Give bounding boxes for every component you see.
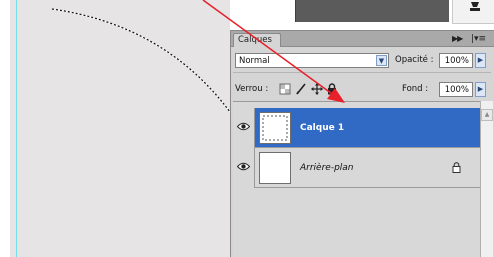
divider <box>233 72 491 73</box>
layers-list: Calque 1 Arrière-plan <box>233 101 480 257</box>
layer-thumbnail <box>259 152 291 184</box>
scroll-up-button[interactable]: ▲ <box>481 109 493 121</box>
tab-calques[interactable]: Calques <box>233 33 281 47</box>
double-arrow-right-icon[interactable]: ▶▶ <box>452 34 463 44</box>
padlock-icon[interactable] <box>326 83 338 95</box>
layer-thumbnail-selection-icon <box>262 115 288 141</box>
lock-transparency-icon[interactable] <box>279 83 291 95</box>
layers-scrollbar[interactable]: ▲ <box>480 101 493 257</box>
chevron-down-icon[interactable]: ▼ <box>376 55 387 66</box>
fill-field[interactable]: 100% <box>439 82 473 97</box>
lock-label: Verrou : <box>235 84 269 94</box>
panel-header: Calques ▶▶ |▾≡ <box>231 31 494 47</box>
move-icon[interactable] <box>311 83 323 95</box>
opacity-field[interactable]: 100% <box>439 53 473 68</box>
layer-name[interactable]: Arrière-plan <box>300 162 354 174</box>
visibility-toggle[interactable] <box>233 148 255 188</box>
document-canvas-area[interactable] <box>0 0 230 257</box>
visibility-toggle[interactable] <box>233 108 255 148</box>
layer-thumbnail <box>259 112 291 144</box>
stamp-tool-icon <box>470 2 480 11</box>
opacity-label: Opacité : <box>395 55 434 65</box>
canvas-pasteboard <box>0 0 10 257</box>
adjacent-panel-bar <box>295 0 449 22</box>
document-canvas[interactable] <box>10 0 230 257</box>
panel-menu-icon[interactable]: |▾≡ <box>471 34 486 44</box>
blend-mode-select[interactable]: Normal ▼ <box>235 53 389 68</box>
blend-mode-value: Normal <box>239 56 270 66</box>
brush-icon[interactable] <box>295 83 307 95</box>
top-right-tool-button[interactable] <box>452 0 494 24</box>
layer-name[interactable]: Calque 1 <box>300 122 344 134</box>
cyan-guide-line[interactable] <box>16 0 17 257</box>
layer-row-calque-1[interactable]: Calque 1 <box>233 108 480 148</box>
fill-value: 100% <box>444 85 469 95</box>
opacity-slider-arrow-icon[interactable]: ▶ <box>475 53 486 68</box>
fill-slider-arrow-icon[interactable]: ▶ <box>475 82 486 97</box>
eye-icon <box>237 122 250 131</box>
fill-label: Fond : <box>402 84 429 94</box>
layer-row-arriere-plan[interactable]: Arrière-plan <box>233 148 480 188</box>
layers-panel: Calques ▶▶ |▾≡ Normal ▼ Opacité : 100% ▶… <box>230 30 494 257</box>
opacity-value: 100% <box>444 56 469 66</box>
chevron-up-icon: ▲ <box>484 111 490 118</box>
eye-icon <box>237 162 250 171</box>
padlock-icon <box>452 162 461 173</box>
